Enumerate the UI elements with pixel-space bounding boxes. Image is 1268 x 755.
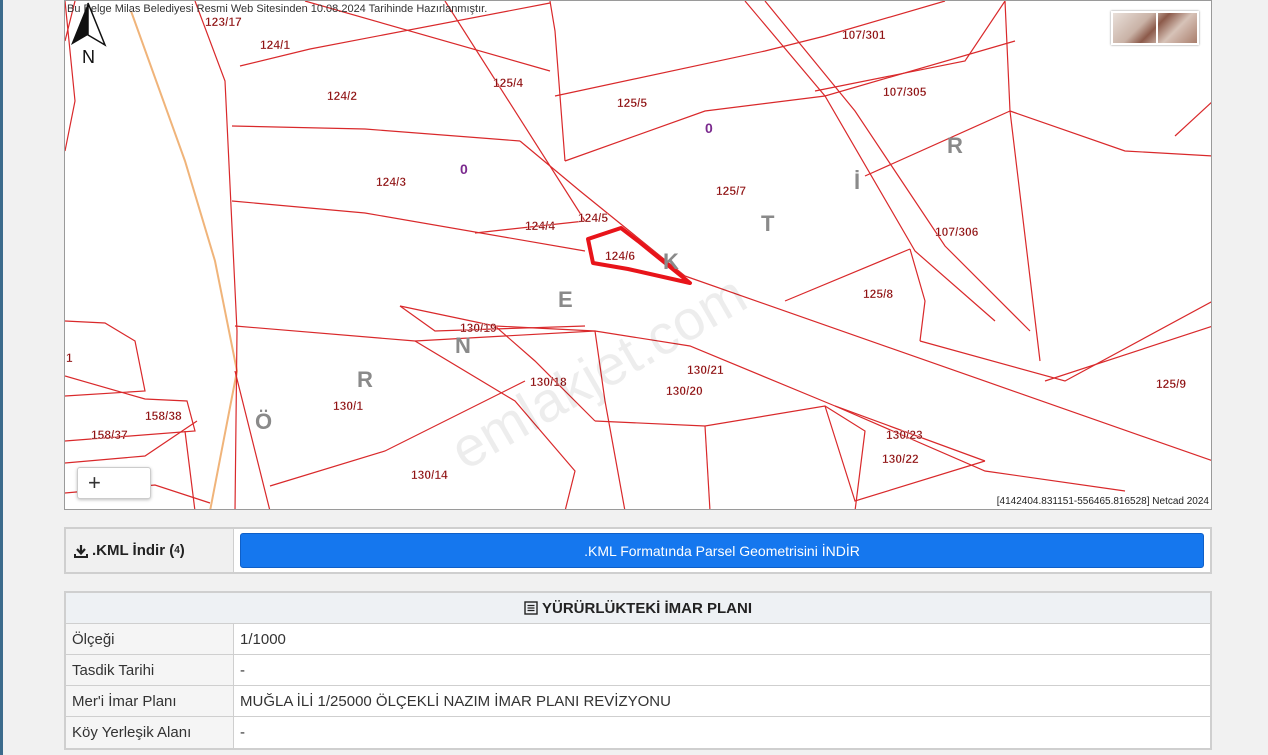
parcel-label: 125/9	[1156, 377, 1186, 391]
parcel-label: 124/2	[327, 89, 357, 103]
parcel-label: 125/4	[493, 76, 523, 90]
parcel-label: 107/305	[883, 85, 927, 99]
parcel-label: 158/38	[145, 409, 182, 423]
parcel-label: 130/23	[886, 428, 923, 442]
row-key: Mer'i İmar Planı	[66, 686, 234, 716]
table-row: Ölçeği 1/1000	[66, 624, 1210, 655]
road-letter: N	[455, 333, 471, 358]
table-row: Köy Yerleşik Alanı -	[66, 717, 1210, 748]
zero-label: 0	[705, 120, 713, 136]
parcel-label-group: 123/17 124/1 124/2 124/3 124/4 124/5 124…	[66, 15, 1187, 482]
row-value: -	[240, 724, 245, 741]
table-row: Tasdik Tarihi -	[66, 655, 1210, 686]
parcel-label: 130/1	[333, 399, 363, 413]
parcel-map[interactable]: 123/17 124/1 124/2 124/3 124/4 124/5 124…	[64, 0, 1212, 510]
parcel-lines	[65, 1, 1211, 509]
road-letter: R	[947, 133, 963, 158]
parcel-label: 125/8	[863, 287, 893, 301]
kml-label-text: .KML İndir (	[92, 542, 175, 559]
zero-label: 0	[460, 161, 468, 177]
kml-download-row: .KML İndir (4) .KML Formatında Parsel Ge…	[64, 527, 1212, 574]
kml-download-button[interactable]: .KML Formatında Parsel Geometrisini İNDİ…	[240, 533, 1204, 568]
parcel-label: 124/3	[376, 175, 406, 189]
parcel-label: 130/22	[882, 452, 919, 466]
parcel-label: 1	[66, 351, 73, 365]
parcel-label: 130/21	[687, 363, 724, 377]
row-key: Tasdik Tarihi	[66, 655, 234, 685]
road-letter: İ	[854, 169, 860, 194]
row-value: MUĞLA İLİ 1/25000 ÖLÇEKLİ NAZIM İMAR PLA…	[240, 692, 671, 710]
row-key: Ölçeği	[66, 624, 234, 654]
road-letter: Ö	[255, 409, 272, 434]
parcel-label: 125/5	[617, 96, 647, 110]
map-canvas[interactable]: 123/17 124/1 124/2 124/3 124/4 124/5 124…	[65, 1, 1212, 510]
zero-label-group: 0 0	[460, 120, 713, 177]
thumbnail-divider	[1156, 13, 1158, 43]
parcel-label: 124/4	[525, 219, 555, 233]
kml-download-label: .KML İndir (4)	[66, 529, 234, 572]
layer-switcher-thumbnail[interactable]	[1111, 11, 1199, 45]
kml-button-cell: .KML Formatında Parsel Geometrisini İNDİ…	[234, 529, 1210, 572]
coordinate-readout: [4142404.831151-556465.816528] Netcad 20…	[996, 496, 1209, 507]
download-icon	[74, 544, 88, 558]
parcel-label: 124/5	[578, 211, 608, 225]
row-key: Köy Yerleşik Alanı	[66, 717, 234, 748]
zoning-plan-header: YÜRÜRLÜKTEKİ İMAR PLANI	[66, 593, 1210, 624]
zoning-plan-title: YÜRÜRLÜKTEKİ İMAR PLANI	[542, 599, 752, 617]
parcel-label: 158/37	[91, 428, 128, 442]
list-icon	[524, 601, 538, 615]
road-letter: K	[663, 249, 679, 274]
row-value: -	[240, 661, 245, 679]
north-label: N	[82, 47, 95, 65]
parcel-label: 130/20	[666, 384, 703, 398]
page: 123/17 124/1 124/2 124/3 124/4 124/5 124…	[0, 0, 1268, 755]
kml-label-end: )	[179, 542, 185, 559]
map-notice: Bu Belge Milas Belediyesi Resmi Web Site…	[67, 3, 488, 15]
parcel-label: 130/14	[411, 468, 448, 482]
table-row: Mer'i İmar Planı MUĞLA İLİ 1/25000 ÖLÇEK…	[66, 686, 1210, 717]
parcel-label: 125/7	[716, 184, 746, 198]
zoom-in-button[interactable]: +	[77, 467, 151, 499]
road-letter: T	[761, 211, 775, 236]
row-value: 1/1000	[240, 630, 286, 648]
parcel-label: 124/1	[260, 38, 290, 52]
parcel-label: 107/301	[842, 28, 886, 42]
road-letter: E	[558, 287, 573, 312]
north-arrow-icon: N	[71, 2, 107, 65]
zoning-plan-table: YÜRÜRLÜKTEKİ İMAR PLANI Ölçeği 1/1000 Ta…	[64, 591, 1212, 750]
parcel-label: 124/6	[605, 249, 635, 263]
parcel-label: 123/17	[205, 15, 242, 29]
parcel-label: 107/306	[935, 225, 979, 239]
road-letter: R	[357, 367, 373, 392]
